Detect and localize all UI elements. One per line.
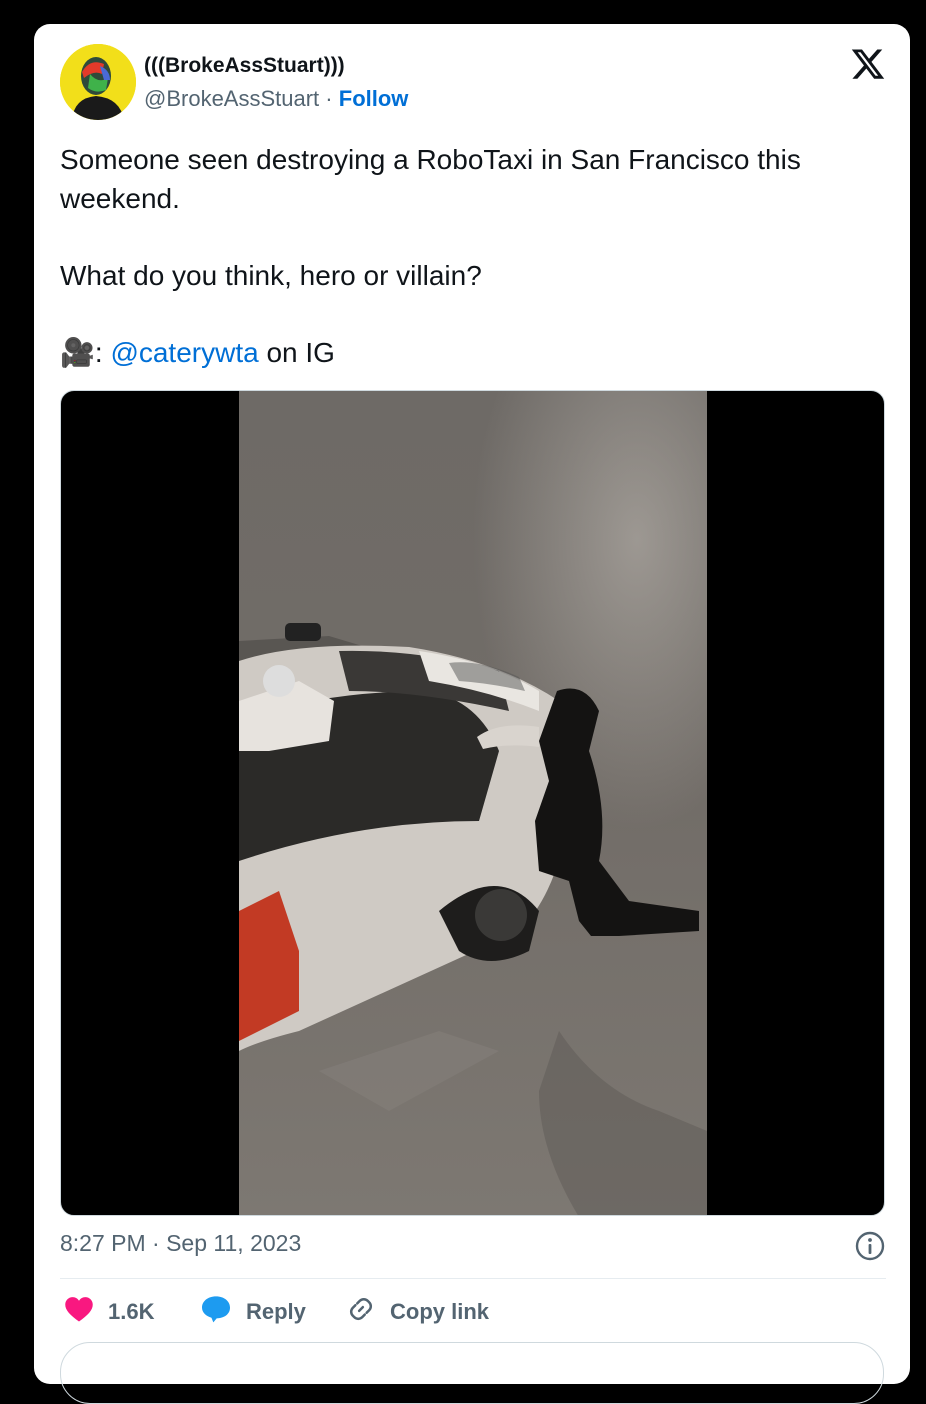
credit-suffix: on IG — [258, 337, 335, 368]
link-icon — [346, 1294, 390, 1330]
action-bar: 1.6K Reply Copy link — [60, 1294, 886, 1330]
tweet-text: Someone seen destroying a RoboTaxi in Sa… — [60, 140, 890, 372]
timestamp[interactable]: 8:27 PM · Sep 11, 2023 — [60, 1230, 301, 1256]
tweet-card: (((BrokeAssStuart))) @BrokeAssStuart · F… — [34, 24, 910, 1404]
separator-dot: · — [319, 86, 339, 111]
reply-label: Reply — [246, 1299, 306, 1324]
tweet-text-line1: Someone seen destroying a RoboTaxi in Sa… — [60, 144, 801, 214]
divider — [60, 1278, 886, 1279]
x-logo-icon[interactable] — [850, 46, 886, 82]
video-frame[interactable] — [239, 391, 707, 1215]
video-camera-emoji: 🎥 — [60, 337, 95, 368]
video-player[interactable] — [60, 390, 885, 1216]
timestamp-row: 8:27 PM · Sep 11, 2023 — [60, 1230, 886, 1261]
copy-link-button[interactable]: Copy link — [346, 1294, 489, 1330]
credit-colon: : — [94, 337, 111, 368]
like-count: 1.6K — [108, 1299, 155, 1324]
copy-link-label: Copy link — [390, 1299, 490, 1324]
read-replies-button[interactable] — [60, 1342, 884, 1404]
handle[interactable]: @BrokeAssStuart — [144, 86, 319, 111]
follow-button[interactable]: Follow — [339, 86, 409, 111]
handle-row: @BrokeAssStuart · Follow — [144, 86, 408, 112]
like-button[interactable]: 1.6K — [64, 1294, 154, 1330]
heart-icon — [64, 1295, 108, 1329]
tweet-text-line2: What do you think, hero or villain? — [60, 260, 482, 291]
reply-bubble-icon — [200, 1294, 246, 1330]
credit-line: 🎥: @caterywta on IG — [60, 333, 890, 372]
display-name[interactable]: (((BrokeAssStuart))) — [144, 54, 345, 78]
reply-button[interactable]: Reply — [200, 1294, 306, 1330]
info-icon[interactable] — [854, 1230, 886, 1262]
credit-mention-link[interactable]: @caterywta — [110, 337, 258, 368]
avatar[interactable] — [60, 44, 136, 120]
